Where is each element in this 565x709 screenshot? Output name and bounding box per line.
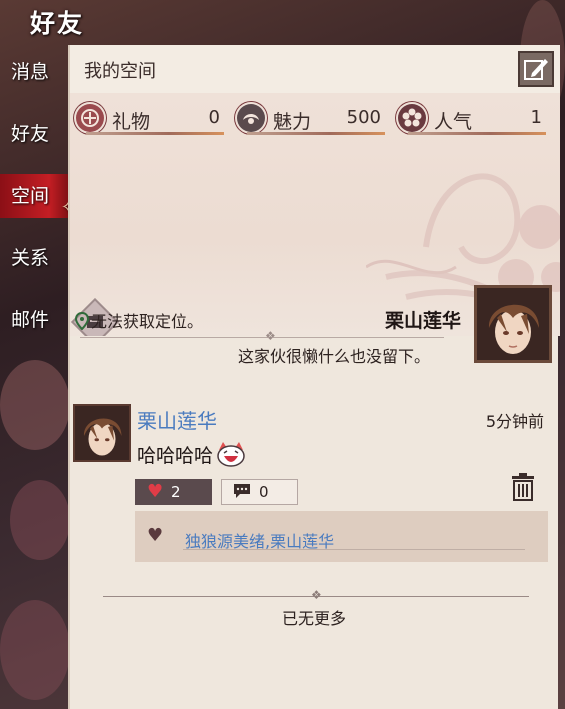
panel-title: 我的空间	[84, 61, 156, 82]
post-author-avatar[interactable]	[73, 404, 131, 462]
stat-charm: 魅力 500	[237, 101, 385, 135]
stat-value: 500	[346, 107, 381, 128]
stat-bar	[86, 132, 224, 135]
stat-label: 礼物	[112, 111, 151, 133]
like-count: 2	[171, 483, 181, 501]
space-panel: 我的空间 礼物 0 魅力 500 人气 1 无法获取定位。 栗山莲华 ❖ 这家伙…	[68, 45, 560, 709]
comment-icon	[234, 484, 250, 498]
comment-button[interactable]: 0	[221, 479, 298, 505]
post-author-name[interactable]: 栗山莲华	[137, 405, 217, 434]
laughing-emoji-icon	[215, 440, 247, 473]
stat-popularity: 人气 1	[398, 101, 546, 135]
heart-icon: ♥	[147, 525, 164, 546]
nav-item-space[interactable]: 空间 ✧	[0, 174, 76, 218]
nav-item-label: 好友	[11, 123, 50, 145]
end-of-feed-text: 已无更多	[282, 609, 347, 628]
post-time: 5分钟前	[485, 412, 544, 431]
charm-icon	[237, 104, 265, 132]
location-text: 无法获取定位。	[74, 308, 204, 332]
divider-knot-icon: ❖	[311, 588, 322, 602]
divider-knot-icon: ❖	[265, 329, 276, 343]
nav-item-label: 关系	[11, 247, 50, 269]
avatar-portrait	[75, 406, 129, 460]
heart-icon: ♥	[147, 481, 164, 502]
like-button[interactable]: ♥ 2	[135, 479, 212, 505]
stat-gift: 礼物 0	[76, 101, 224, 135]
owner-name: 栗山莲华	[384, 310, 461, 332]
divider	[80, 337, 444, 338]
edit-icon	[524, 59, 548, 80]
location-label: 无法获取定位。	[91, 312, 204, 331]
likers-underline	[183, 549, 525, 550]
nav-item-label: 空间	[11, 185, 50, 207]
stat-value: 0	[208, 107, 220, 128]
nav-item-mail[interactable]: 邮件	[0, 298, 70, 342]
nav-item-friends[interactable]: 好友	[0, 112, 70, 156]
comment-count: 0	[259, 483, 269, 501]
popularity-icon	[398, 104, 426, 132]
avatar-portrait	[477, 288, 549, 360]
owner-avatar[interactable]	[474, 285, 552, 363]
nav-item-messages[interactable]: 消息	[0, 50, 70, 94]
nav-item-label: 消息	[11, 61, 50, 83]
stat-label: 人气	[434, 111, 473, 133]
edit-button[interactable]	[518, 51, 554, 87]
nav-item-label: 邮件	[11, 309, 50, 331]
stat-value: 1	[530, 107, 542, 128]
stat-bar	[247, 132, 385, 135]
gift-icon	[76, 104, 104, 132]
likers-box: ♥ 独狼源美绪,栗山莲华	[135, 511, 548, 562]
page-title: 好友	[30, 9, 85, 38]
stat-label: 魅力	[273, 111, 312, 133]
panel-header: 我的空间	[70, 45, 560, 94]
stat-bar	[408, 132, 546, 135]
post-text: 哈哈哈哈	[137, 445, 214, 467]
post-content: 哈哈哈哈	[137, 440, 247, 473]
nav-item-relations[interactable]: 关系	[0, 236, 70, 280]
trash-icon	[512, 473, 534, 501]
owner-bio: 这家伙很懒什么也没留下。	[238, 347, 431, 366]
location-pin-icon	[74, 311, 90, 331]
delete-button[interactable]	[511, 473, 535, 505]
